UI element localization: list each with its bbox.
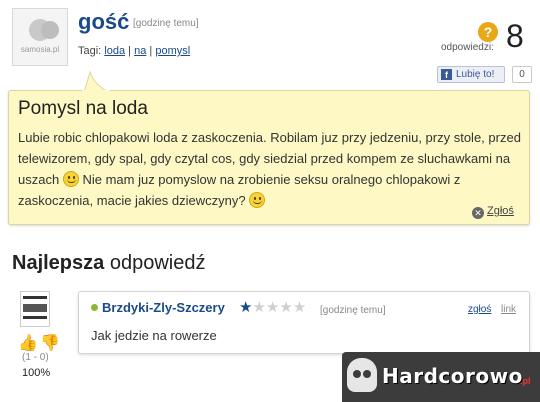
- question-body-text-2: Nie mam juz pomyslow na zrobienie seksu …: [18, 172, 461, 208]
- smiley-icon: [249, 192, 266, 208]
- thumbs-up-icon[interactable]: 👍: [18, 333, 38, 353]
- star-filled-icon: ★: [239, 299, 253, 316]
- answers-count-label: odpowiedzi:: [441, 42, 494, 53]
- tag-link[interactable]: pomysl: [155, 45, 190, 57]
- facebook-like-button[interactable]: f Lubię to!: [437, 66, 505, 83]
- best-answer-heading: Najlepsza odpowiedź: [12, 252, 205, 275]
- star-empty-icon: ★: [265, 299, 280, 316]
- star-empty-icon: ★: [292, 299, 307, 316]
- answer-permalink[interactable]: link: [501, 304, 516, 315]
- tags-label: Tagi:: [78, 45, 102, 57]
- skull-eye: [363, 370, 371, 378]
- bubble-tail: [82, 70, 110, 94]
- answer-timestamp: [godzinę temu]: [320, 305, 386, 316]
- skull-eye: [353, 370, 361, 378]
- watermark-tld: .pl: [520, 376, 531, 386]
- question-mark-icon: ?: [478, 22, 498, 42]
- question-timestamp: [godzinę temu]: [133, 18, 199, 29]
- close-circle-icon: ✕: [472, 207, 484, 219]
- avatar-band: [23, 296, 47, 299]
- like-button-label: Lubię to!: [456, 69, 495, 80]
- best-answer-heading-rest: odpowiedź: [109, 252, 206, 274]
- report-question-button[interactable]: ✕ Zgłoś: [472, 205, 514, 219]
- question-body: Lubie robic chlopakowi loda z zaskoczeni…: [18, 127, 523, 211]
- avatar-band: [23, 316, 47, 319]
- like-count: 0: [512, 66, 532, 83]
- best-answer-heading-bold: Najlepsza: [12, 252, 105, 274]
- vote-counts: (1 - 0): [22, 352, 49, 363]
- asker-name[interactable]: gość: [78, 9, 129, 35]
- asker-avatar[interactable]: samosia.pl: [12, 8, 68, 66]
- facebook-icon: f: [441, 69, 452, 80]
- report-answer-link[interactable]: zgłoś: [468, 304, 491, 315]
- rating-stars: ★★★★★: [239, 298, 306, 316]
- tag-separator: |: [149, 45, 153, 57]
- question-title: Pomysl na loda: [18, 98, 148, 119]
- tags-row: Tagi: loda | na | pomysl: [78, 45, 190, 57]
- star-empty-icon: ★: [252, 299, 266, 316]
- watermark-text: Hardcorowo: [382, 364, 523, 388]
- avatar-band: [23, 304, 47, 312]
- tag-link[interactable]: loda: [104, 45, 125, 57]
- answers-count: 8: [506, 18, 524, 54]
- avatar-caption: samosia.pl: [20, 45, 60, 54]
- online-status-icon: [91, 304, 98, 311]
- skull-icon: [347, 358, 377, 392]
- report-label: Zgłoś: [487, 205, 514, 217]
- answerer-avatar[interactable]: [20, 291, 50, 327]
- smiley-icon: [62, 171, 79, 187]
- tag-link[interactable]: na: [134, 45, 146, 57]
- vote-percent: 100%: [22, 367, 51, 379]
- avatar-logo-shape-2: [41, 21, 59, 39]
- answer-author[interactable]: Brzdyki-Zly-Szczery: [102, 300, 225, 315]
- tag-separator: |: [128, 45, 132, 57]
- thumbs-down-icon[interactable]: 👎: [40, 333, 60, 353]
- answer-body: Jak jedzie na rowerze: [91, 328, 217, 343]
- star-empty-icon: ★: [279, 299, 293, 316]
